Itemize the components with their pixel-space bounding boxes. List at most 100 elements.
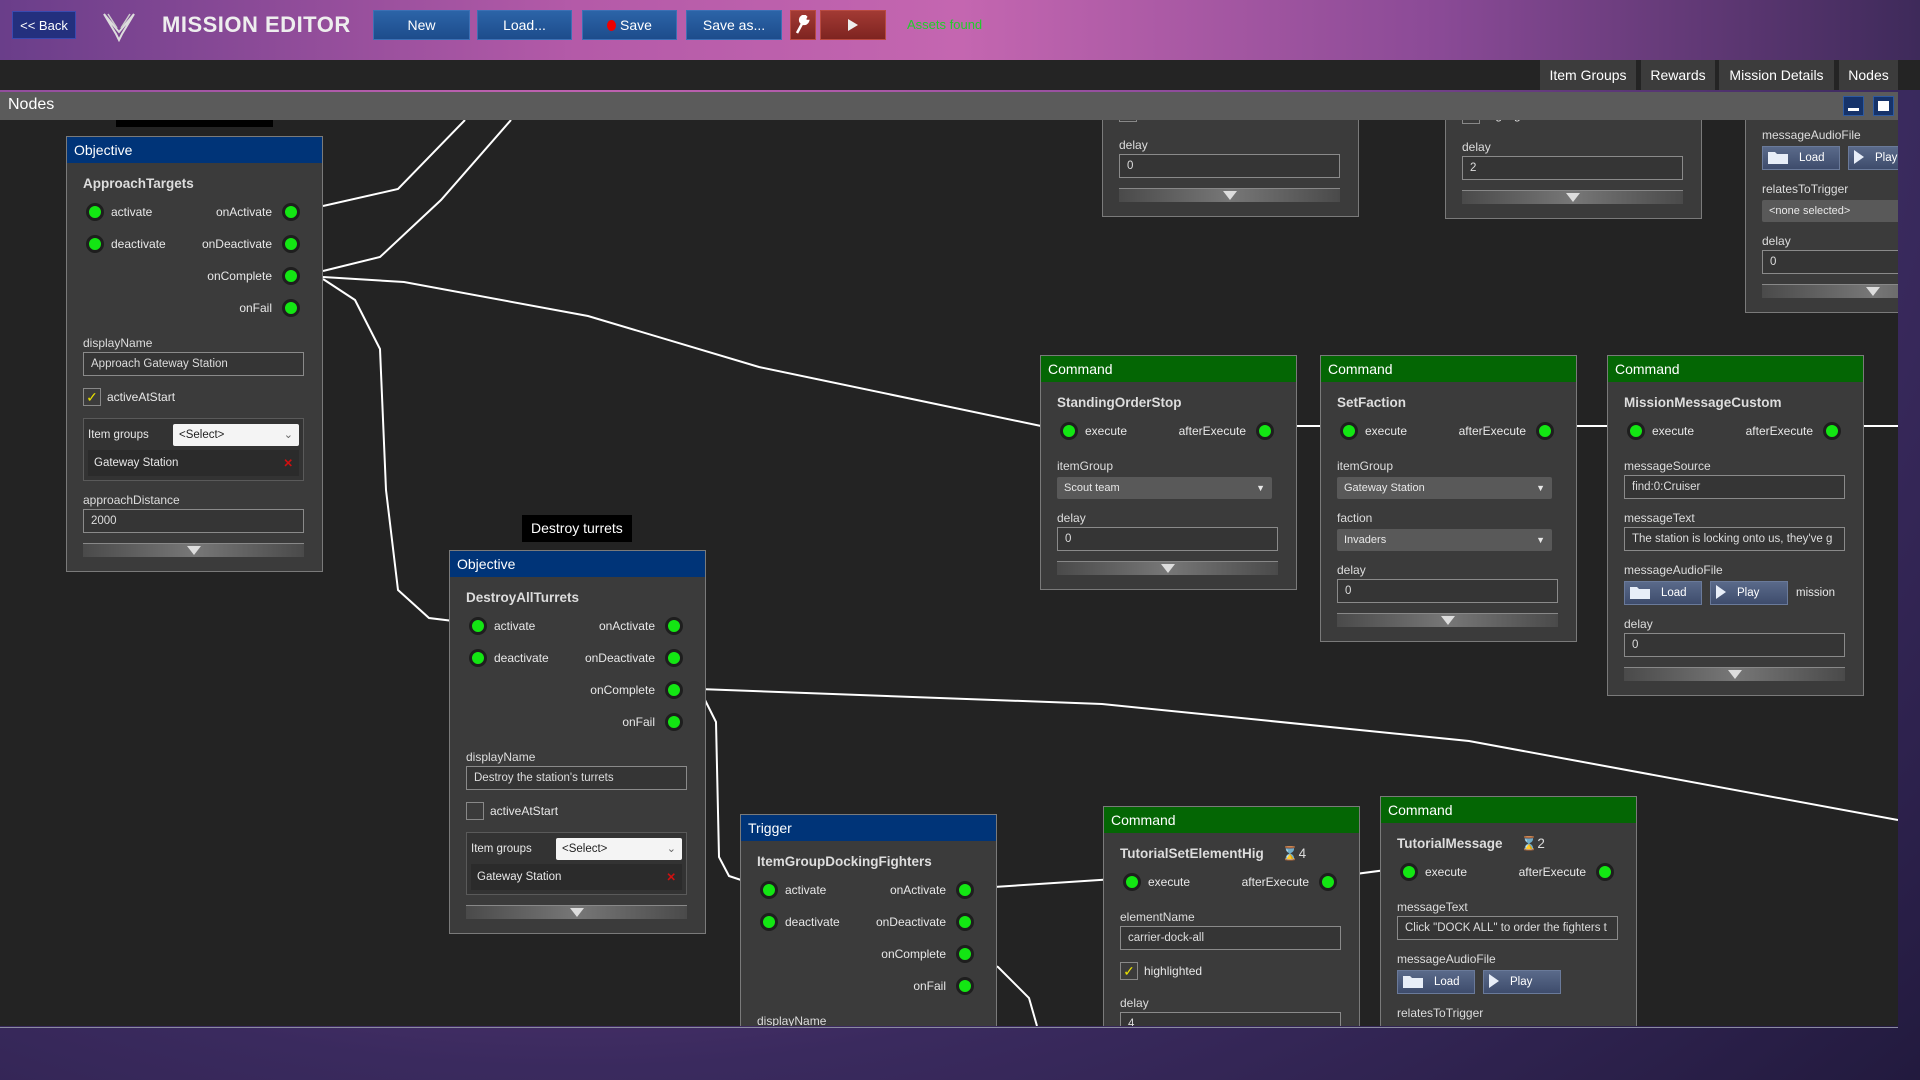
expand-toggle[interactable]	[1762, 284, 1898, 298]
objective-node[interactable]: Objective DestroyAllTurrets activate onActi…	[449, 550, 706, 934]
messageText-input[interactable]: Click "DOCK ALL" to order the fighters t	[1397, 916, 1618, 940]
delay-input[interactable]: 0	[1337, 579, 1558, 603]
partial-node[interactable]: highlighted delay 0	[1102, 120, 1359, 217]
remove-icon[interactable]: ✕	[666, 870, 676, 884]
port-dot-icon[interactable]	[760, 913, 778, 931]
port-dot-icon[interactable]	[665, 713, 683, 731]
load-button[interactable]: Load...	[477, 10, 572, 40]
objective-node[interactable]: Objective ApproachTargets activate onActiva…	[66, 136, 323, 572]
command-node[interactable]: Command TutorialSetElementHig ⌛4 execute aft…	[1103, 806, 1360, 1026]
checkbox-box[interactable]	[466, 802, 484, 820]
play-audio-button[interactable]: Play	[1483, 970, 1561, 994]
checkbox-box[interactable]: ✓	[1462, 120, 1480, 124]
port-dot-icon[interactable]	[956, 881, 974, 899]
activeAtStart-checkbox[interactable]: activeAtStart	[466, 798, 689, 824]
command-node[interactable]: Command TutorialMessage ⌛2 execute afterExec…	[1380, 796, 1637, 1026]
delay-input[interactable]: 4	[1120, 1012, 1341, 1026]
checkbox-box[interactable]: ✓	[83, 388, 101, 406]
back-button[interactable]: << Back	[12, 11, 76, 39]
new-button[interactable]: New	[373, 10, 470, 40]
play-audio-button[interactable]: Play	[1710, 581, 1788, 605]
remove-icon[interactable]: ✕	[283, 456, 293, 470]
save-as-button[interactable]: Save as...	[686, 10, 782, 40]
port-dot-icon[interactable]	[665, 681, 683, 699]
port-dot-icon[interactable]	[1536, 422, 1554, 440]
port-dot-icon[interactable]	[469, 649, 487, 667]
delay-input[interactable]: 0	[1057, 527, 1278, 551]
port-dot-icon[interactable]	[1319, 873, 1337, 891]
messageText-input[interactable]: The station is locking onto us, they've …	[1624, 527, 1845, 551]
port-dot-icon[interactable]	[1060, 422, 1078, 440]
node-type-header[interactable]: Command	[1608, 356, 1863, 382]
approachDistance-input[interactable]: 2000	[83, 509, 304, 533]
node-canvas[interactable]: Destroy turrets Objective ApproachTargets…	[0, 120, 1898, 1026]
expand-toggle[interactable]	[83, 543, 304, 557]
port-dot-icon[interactable]	[282, 267, 300, 285]
port-dot-icon[interactable]	[86, 203, 104, 221]
checkbox-box[interactable]: ✓	[1120, 962, 1138, 980]
maximize-button[interactable]	[1873, 96, 1894, 116]
expand-toggle[interactable]	[1337, 613, 1558, 627]
tab-nodes[interactable]: Nodes	[1839, 60, 1898, 90]
settings-button[interactable]	[790, 10, 816, 40]
port-dot-icon[interactable]	[956, 977, 974, 995]
node-type-header[interactable]: Command	[1041, 356, 1296, 382]
delay-input[interactable]: 2	[1462, 156, 1683, 180]
load-audio-button[interactable]: Load	[1762, 146, 1840, 170]
node-type-header[interactable]: Trigger	[741, 815, 996, 841]
displayName-input[interactable]: Destroy the station's turrets	[466, 766, 687, 790]
node-type-header[interactable]: Objective	[450, 551, 705, 577]
highlighted-checkbox[interactable]: ✓ highlighted	[1120, 958, 1343, 984]
port-dot-icon[interactable]	[469, 617, 487, 635]
relatesToTrigger-dropdown[interactable]: <none selected>▼	[1762, 200, 1898, 222]
itemGroup-dropdown[interactable]: Gateway Station ▼	[1337, 477, 1552, 499]
port-dot-icon[interactable]	[665, 649, 683, 667]
tab-item-groups[interactable]: Item Groups	[1540, 60, 1636, 90]
command-node[interactable]: Command SetFaction execute afterExecute item…	[1320, 355, 1577, 642]
port-dot-icon[interactable]	[1256, 422, 1274, 440]
port-dot-icon[interactable]	[760, 881, 778, 899]
load-audio-button[interactable]: Load	[1624, 581, 1702, 605]
displayName-input[interactable]: Approach Gateway Station	[83, 352, 304, 376]
partial-node[interactable]: messageAudioFile Load Play relatesToTrigger…	[1745, 120, 1898, 313]
elementName-input[interactable]: carrier-dock-all	[1120, 926, 1341, 950]
item-groups-select[interactable]: <Select> ⌄	[556, 838, 682, 860]
port-dot-icon[interactable]	[282, 235, 300, 253]
command-node[interactable]: Command MissionMessageCustom execute afterE…	[1607, 355, 1864, 696]
messageSource-input[interactable]: find:0:Cruiser	[1624, 475, 1845, 499]
expand-toggle[interactable]	[1624, 667, 1845, 681]
itemGroup-dropdown[interactable]: Scout team ▼	[1057, 477, 1272, 499]
partial-node[interactable]: ✓ highlighted delay 2	[1445, 120, 1702, 219]
delay-input[interactable]: 0	[1119, 154, 1340, 178]
port-dot-icon[interactable]	[86, 235, 104, 253]
faction-dropdown[interactable]: Invaders ▼	[1337, 529, 1552, 551]
port-dot-icon[interactable]	[665, 617, 683, 635]
expand-toggle[interactable]	[1462, 190, 1683, 204]
port-dot-icon[interactable]	[282, 299, 300, 317]
tab-rewards[interactable]: Rewards	[1641, 60, 1715, 90]
expand-toggle[interactable]	[466, 905, 687, 919]
node-type-header[interactable]: Command	[1321, 356, 1576, 382]
node-type-header[interactable]: Objective	[67, 137, 322, 163]
minimize-button[interactable]	[1843, 96, 1864, 116]
command-node[interactable]: Command StandingOrderStop execute afterExec…	[1040, 355, 1297, 590]
delay-input[interactable]: 0	[1762, 250, 1898, 274]
port-dot-icon[interactable]	[1123, 873, 1141, 891]
item-groups-select[interactable]: <Select> ⌄	[173, 424, 299, 446]
checkbox-box[interactable]	[1119, 120, 1137, 122]
port-dot-icon[interactable]	[956, 945, 974, 963]
highlighted-checkbox[interactable]: highlighted	[1119, 120, 1342, 126]
highlighted-checkbox[interactable]: ✓ highlighted	[1462, 120, 1685, 128]
tab-mission-details[interactable]: Mission Details	[1719, 60, 1834, 90]
port-dot-icon[interactable]	[1596, 863, 1614, 881]
activeAtStart-checkbox[interactable]: ✓ activeAtStart	[83, 384, 306, 410]
port-dot-icon[interactable]	[1823, 422, 1841, 440]
port-dot-icon[interactable]	[1627, 422, 1645, 440]
node-type-header[interactable]: Command	[1381, 797, 1636, 823]
expand-toggle[interactable]	[1119, 188, 1340, 202]
node-type-header[interactable]: Command	[1104, 807, 1359, 833]
port-dot-icon[interactable]	[1400, 863, 1418, 881]
delay-input[interactable]: 0	[1624, 633, 1845, 657]
expand-toggle[interactable]	[1057, 561, 1278, 575]
save-button[interactable]: Save	[582, 10, 677, 40]
